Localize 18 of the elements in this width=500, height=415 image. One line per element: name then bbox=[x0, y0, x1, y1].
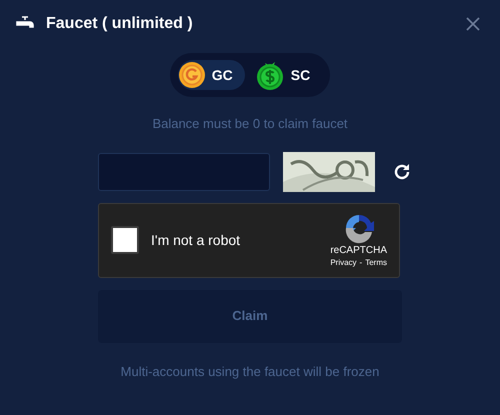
dialog-title: Faucet ( unlimited ) bbox=[46, 14, 193, 34]
link-separator: - bbox=[360, 257, 362, 268]
letter-coin-icon bbox=[178, 61, 206, 89]
captcha-input[interactable] bbox=[98, 152, 270, 190]
privacy-link[interactable]: Privacy bbox=[330, 257, 357, 268]
balance-notice: Balance must be 0 to claim faucet bbox=[152, 115, 348, 133]
recaptcha-label: I'm not a robot bbox=[151, 230, 240, 250]
footer-warning: Multi-accounts using the faucet will be frozen bbox=[120, 362, 380, 381]
currency-tab[interactable]: SC bbox=[254, 60, 322, 90]
currency-tab[interactable]: GC bbox=[178, 60, 245, 90]
refresh-icon bbox=[393, 162, 411, 180]
recaptcha-checkbox[interactable] bbox=[111, 226, 139, 254]
terms-link[interactable]: Terms bbox=[365, 257, 387, 268]
close-icon bbox=[466, 17, 480, 31]
dollar-coin-icon bbox=[254, 59, 285, 91]
close-button[interactable] bbox=[466, 17, 480, 31]
refresh-button[interactable] bbox=[393, 162, 411, 180]
recaptcha-brand: reCAPTCHA bbox=[330, 244, 387, 257]
